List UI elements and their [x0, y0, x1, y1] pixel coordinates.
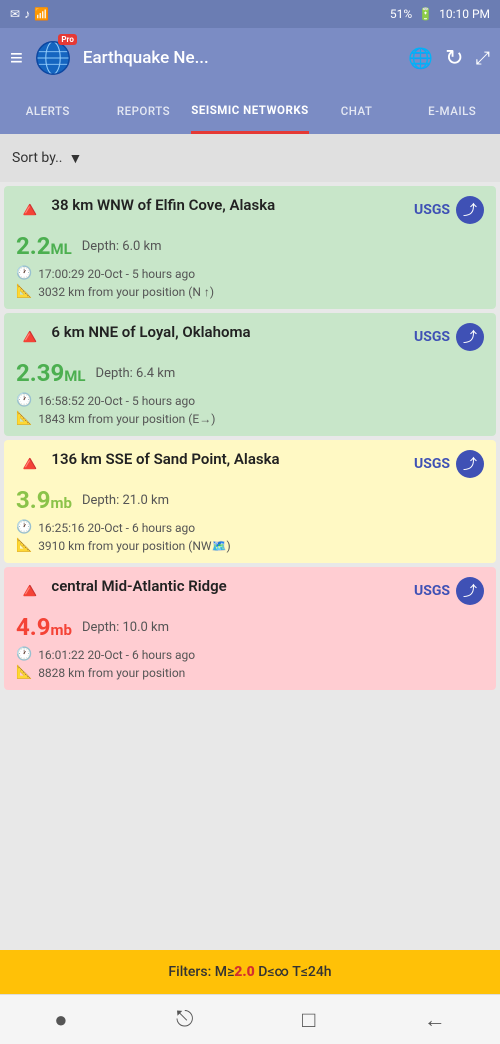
time-1: 17:00:29 20-Oct - 5 hours ago — [38, 267, 195, 281]
battery-icon: 🔋 — [418, 7, 433, 21]
clock-icon-1: 🕐 — [16, 266, 32, 281]
time-row-4: 🕐 16:01:22 20-Oct - 6 hours ago — [16, 647, 484, 662]
share-button-4[interactable]: ⤴ — [456, 577, 484, 605]
share-button-1[interactable]: ⤴ — [456, 196, 484, 224]
distance-icon-4: 📐 — [16, 665, 32, 680]
nav-square-icon[interactable]: □ — [302, 1007, 315, 1033]
time-row-1: 🕐 17:00:29 20-Oct - 5 hours ago — [16, 266, 484, 281]
magnitude-2: 2.39ML — [16, 359, 86, 387]
filter-text: Filters: M≥2.0 D≤∞ T≤24h — [168, 964, 331, 980]
status-right: 51% 🔋 10:10 PM — [390, 7, 490, 21]
app-title: Earthquake Ne... — [83, 48, 398, 68]
expand-button[interactable]: ⤢ — [476, 48, 490, 69]
nav-home-icon[interactable]: ● — [54, 1007, 67, 1033]
depth-2: Depth: 6.4 km — [96, 366, 176, 381]
distance-2: 1843 km from your position (E→) — [38, 412, 215, 426]
depth-4: Depth: 10.0 km — [82, 620, 169, 635]
earthquake-list: 🔺 38 km WNW of Elfin Cove, Alaska USGS ⤴… — [0, 182, 500, 950]
distance-row-2: 📐 1843 km from your position (E→) — [16, 411, 484, 426]
earthquake-card-3[interactable]: 🔺 136 km SSE of Sand Point, Alaska USGS … — [4, 440, 496, 563]
filter-magnitude: 2.0 — [234, 964, 254, 980]
source-2: USGS — [414, 329, 450, 345]
distance-row-3: 📐 3910 km from your position (NW🗺️) — [16, 538, 484, 553]
sort-by-button[interactable]: Sort by.. ▼ — [12, 150, 82, 167]
time-display: 10:10 PM — [439, 7, 490, 21]
clock-icon-4: 🕐 — [16, 647, 32, 662]
location-1: 38 km WNW of Elfin Cove, Alaska — [51, 196, 414, 216]
app-header: ≡ Pro Earthquake Ne... 🌐 ↻ ⤢ — [0, 28, 500, 88]
distance-3: 3910 km from your position (NW🗺️) — [38, 539, 231, 553]
location-2: 6 km NNE of Loyal, Oklahoma — [51, 323, 414, 343]
clock-icon-3: 🕐 — [16, 520, 32, 535]
tab-bar: ALERTS REPORTS SEISMIC NETWORKS CHAT E-M… — [0, 88, 500, 134]
music-icon: ♪ — [24, 7, 30, 21]
tab-alerts[interactable]: ALERTS — [0, 88, 96, 134]
header-actions: 🌐 ↻ ⤢ — [408, 46, 490, 71]
tab-chat[interactable]: CHAT — [309, 88, 405, 134]
earthquake-card-4[interactable]: 🔺 central Mid-Atlantic Ridge USGS ⤴ 4.9m… — [4, 567, 496, 690]
source-4: USGS — [414, 583, 450, 599]
nav-back-square-icon[interactable]: ⎋ — [176, 1007, 193, 1032]
location-4: central Mid-Atlantic Ridge — [51, 577, 414, 597]
status-bar: ✉ ♪ 📶 51% 🔋 10:10 PM — [0, 0, 500, 28]
earthquake-icon-4: 🔺 — [16, 579, 43, 604]
menu-button[interactable]: ≡ — [10, 45, 23, 71]
globe-header-icon[interactable]: 🌐 — [408, 46, 433, 70]
earthquake-card-2[interactable]: 🔺 6 km NNE of Loyal, Oklahoma USGS ⤴ 2.3… — [4, 313, 496, 436]
filter-bar: Filters: M≥2.0 D≤∞ T≤24h — [0, 950, 500, 994]
distance-row-4: 📐 8828 km from your position — [16, 665, 484, 680]
time-3: 16:25:16 20-Oct - 6 hours ago — [38, 521, 195, 535]
location-3: 136 km SSE of Sand Point, Alaska — [51, 450, 414, 470]
bottom-nav: ● ⎋ □ ← — [0, 994, 500, 1044]
time-row-2: 🕐 16:58:52 20-Oct - 5 hours ago — [16, 393, 484, 408]
time-2: 16:58:52 20-Oct - 5 hours ago — [38, 394, 195, 408]
share-button-2[interactable]: ⤴ — [456, 323, 484, 351]
clock-icon-2: 🕐 — [16, 393, 32, 408]
logo-wrap: Pro — [33, 38, 73, 78]
distance-4: 8828 km from your position — [38, 666, 185, 680]
refresh-button[interactable]: ↻ — [445, 46, 463, 71]
magnitude-3: 3.9mb — [16, 486, 72, 514]
message-icon: ✉ — [10, 7, 20, 21]
earthquake-icon-2: 🔺 — [16, 325, 43, 350]
distance-1: 3032 km from your position (N ↑) — [38, 285, 214, 299]
depth-3: Depth: 21.0 km — [82, 493, 169, 508]
source-3: USGS — [414, 456, 450, 472]
share-button-3[interactable]: ⤴ — [456, 450, 484, 478]
source-1: USGS — [414, 202, 450, 218]
tab-reports[interactable]: REPORTS — [96, 88, 192, 134]
earthquake-icon-1: 🔺 — [16, 198, 43, 223]
globe-icon — [35, 40, 71, 76]
status-icons: ✉ ♪ 📶 — [10, 7, 49, 21]
time-4: 16:01:22 20-Oct - 6 hours ago — [38, 648, 195, 662]
sort-by-label: Sort by.. — [12, 150, 63, 166]
signal-icon: 📶 — [34, 7, 49, 21]
depth-1: Depth: 6.0 km — [82, 239, 162, 254]
earthquake-card-1[interactable]: 🔺 38 km WNW of Elfin Cove, Alaska USGS ⤴… — [4, 186, 496, 309]
distance-row-1: 📐 3032 km from your position (N ↑) — [16, 284, 484, 299]
time-row-3: 🕐 16:25:16 20-Oct - 6 hours ago — [16, 520, 484, 535]
nav-back-icon[interactable]: ← — [424, 1007, 446, 1033]
sort-dropdown-icon: ▼ — [69, 150, 83, 167]
battery-percent: 51% — [390, 7, 412, 21]
tab-seismic-networks[interactable]: SEISMIC NETWORKS — [191, 88, 308, 134]
pro-badge: Pro — [58, 34, 76, 45]
magnitude-4: 4.9mb — [16, 613, 72, 641]
earthquake-icon-3: 🔺 — [16, 452, 43, 477]
distance-icon-1: 📐 — [16, 284, 32, 299]
sort-bar: Sort by.. ▼ — [0, 134, 500, 182]
tab-emails[interactable]: E-MAILS — [404, 88, 500, 134]
distance-icon-2: 📐 — [16, 411, 32, 426]
magnitude-1: 2.2ML — [16, 232, 72, 260]
distance-icon-3: 📐 — [16, 538, 32, 553]
